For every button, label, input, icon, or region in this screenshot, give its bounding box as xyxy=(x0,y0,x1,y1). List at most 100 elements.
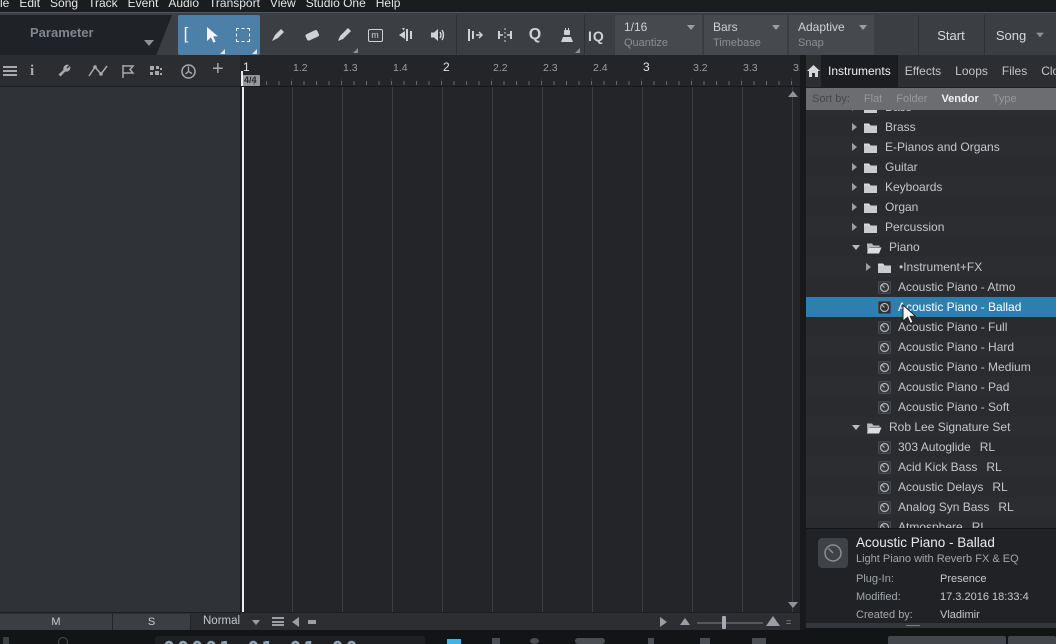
snap-dropdown[interactable]: Adaptive Snap xyxy=(788,15,874,55)
zoom-out-icon[interactable] xyxy=(680,618,690,625)
split-tool-button[interactable] xyxy=(490,15,520,55)
bracket-tool-button[interactable]: [ xyxy=(180,15,192,55)
minimize-icon[interactable] xyxy=(308,620,316,624)
expand-icon[interactable] xyxy=(852,163,857,171)
tree-item-acoustic-piano-hard[interactable]: Acoustic Piano - Hard xyxy=(806,337,1056,357)
timebase-dropdown[interactable]: Bars Timebase xyxy=(703,15,787,55)
vertical-scrollbar[interactable] xyxy=(786,87,800,612)
sort-option-type[interactable]: Type xyxy=(993,93,1017,105)
tree-item-rob-lee-signature-set[interactable]: Rob Lee Signature Set xyxy=(806,417,1056,437)
menu-item-transport[interactable]: Transport xyxy=(209,0,260,11)
tree-item-atmosphere[interactable]: Atmosphere RL xyxy=(806,517,1056,528)
zoom-slider-track[interactable] xyxy=(697,622,763,624)
menu-item-audio[interactable]: Audio xyxy=(168,0,199,11)
tab-instruments[interactable]: Instruments xyxy=(821,55,898,87)
zoom-slider-handle[interactable] xyxy=(722,616,726,629)
timestretch-tool-button[interactable] xyxy=(460,15,490,55)
parameter-dropdown[interactable]: Parameter xyxy=(0,15,172,56)
paint-tool-button[interactable] xyxy=(262,15,294,55)
metronome-icon[interactable] xyxy=(648,638,654,644)
collapse-icon[interactable] xyxy=(852,244,860,250)
macros-button[interactable] xyxy=(552,15,582,55)
expand-icon[interactable] xyxy=(852,110,857,111)
line-tool-button[interactable] xyxy=(328,15,360,55)
marker-button[interactable] xyxy=(120,55,136,87)
tempo-button[interactable] xyxy=(180,55,197,87)
inspector-button[interactable]: i xyxy=(30,55,34,87)
menu-item-le[interactable]: le xyxy=(0,0,9,11)
record-icon[interactable] xyxy=(530,638,539,644)
scroll-down-icon[interactable] xyxy=(788,602,798,608)
expand-icon[interactable] xyxy=(852,183,857,191)
loop-icon[interactable] xyxy=(575,638,605,644)
add-track-button[interactable]: + xyxy=(212,55,224,87)
menu-item-studio-one[interactable]: Studio One xyxy=(306,0,366,11)
tree-item-acoustic-piano-atmo[interactable]: Acoustic Piano - Atmo xyxy=(806,277,1056,297)
expand-icon[interactable] xyxy=(866,263,871,271)
sort-option-flat[interactable]: Flat xyxy=(864,93,882,105)
tree-item-bass[interactable]: Bass xyxy=(806,110,1056,117)
tree-item-guitar[interactable]: Guitar xyxy=(806,157,1056,177)
menu-item-event[interactable]: Event xyxy=(128,0,159,11)
range-tool-button[interactable] xyxy=(228,15,258,55)
track-list-menu-button[interactable] xyxy=(3,55,17,87)
tree-item-piano[interactable]: Piano xyxy=(806,237,1056,257)
automation-mode-dropdown[interactable]: Normal xyxy=(203,615,240,627)
grid-button[interactable] xyxy=(148,55,164,87)
track-setup-button[interactable] xyxy=(56,55,72,87)
tree-item-acoustic-piano-soft[interactable]: Acoustic Piano - Soft xyxy=(806,397,1056,417)
menu-item-song[interactable]: Song xyxy=(50,0,78,11)
zoom-in-icon[interactable] xyxy=(766,616,780,626)
tree-item-keyboards[interactable]: Keyboards xyxy=(806,177,1056,197)
tree-item-acoustic-piano-full[interactable]: Acoustic Piano - Full xyxy=(806,317,1056,337)
automation-button[interactable] xyxy=(88,55,108,87)
sort-option-folder[interactable]: Folder xyxy=(896,93,927,105)
tree-item-acoustic-delays[interactable]: Acoustic Delays RL xyxy=(806,477,1056,497)
tree-item-acoustic-piano-pad[interactable]: Acoustic Piano - Pad xyxy=(806,377,1056,397)
arrange-canvas[interactable] xyxy=(240,87,800,612)
sort-option-vendor[interactable]: Vendor xyxy=(941,93,978,105)
time-display[interactable]: 00001.01.01.00 xyxy=(155,636,425,644)
tree-item-organ[interactable]: Organ xyxy=(806,197,1056,217)
start-button[interactable]: Start xyxy=(919,15,983,55)
quantize-dropdown[interactable]: 1/16 Quantize xyxy=(614,15,702,55)
tab-loops[interactable]: Loops xyxy=(948,55,995,87)
listen-tool-button[interactable] xyxy=(422,15,454,55)
tree-item-e-pianos-and-organs[interactable]: E-Pianos and Organs xyxy=(806,137,1056,157)
eraser-tool-button[interactable] xyxy=(296,15,328,55)
tree-item-percussion[interactable]: Percussion xyxy=(806,217,1056,237)
bend-tool-button[interactable] xyxy=(390,15,422,55)
expand-icon[interactable] xyxy=(852,203,857,211)
action-q-button[interactable]: Q xyxy=(520,15,550,55)
menu-item-view[interactable]: View xyxy=(270,0,296,11)
tree-item-303-autoglide[interactable]: 303 Autoglide RL xyxy=(806,437,1056,457)
scroll-up-icon[interactable] xyxy=(788,91,798,97)
expand-icon[interactable] xyxy=(852,223,857,231)
tree-item-brass[interactable]: Brass xyxy=(806,117,1056,137)
arrow-tool-button[interactable] xyxy=(196,15,226,55)
play-icon[interactable] xyxy=(492,638,500,644)
tree-item-acoustic-piano-medium[interactable]: Acoustic Piano - Medium xyxy=(806,357,1056,377)
browser-resize-grip[interactable] xyxy=(806,623,1056,628)
song-page-button[interactable]: Song xyxy=(985,15,1056,55)
expand-icon[interactable] xyxy=(852,123,857,131)
tree-item-acoustic-piano-ballad[interactable]: Acoustic Piano - Ballad xyxy=(806,297,1056,317)
tempo-tap-icon[interactable] xyxy=(700,638,710,644)
tab-effects[interactable]: Effects xyxy=(898,55,948,87)
mute-all-button[interactable]: M xyxy=(0,614,113,630)
chevron-down-icon[interactable] xyxy=(252,620,260,625)
menu-item-help[interactable]: Help xyxy=(376,0,401,11)
tree-item-analog-syn-bass[interactable]: Analog Syn Bass RL xyxy=(806,497,1056,517)
performance-meter[interactable] xyxy=(888,636,1006,644)
collapse-left-icon[interactable] xyxy=(292,617,299,627)
play-from-icon[interactable] xyxy=(660,617,667,627)
tree-item-instrument-fx[interactable]: •Instrument+FX xyxy=(806,257,1056,277)
expand-icon[interactable] xyxy=(852,143,857,151)
menu-item-edit[interactable]: Edit xyxy=(19,0,40,11)
tab-files[interactable]: Files xyxy=(995,55,1034,87)
tree-item-acid-kick-bass[interactable]: Acid Kick Bass RL xyxy=(806,457,1056,477)
transport-right-button[interactable] xyxy=(1008,636,1056,644)
mute-tool-button[interactable]: m xyxy=(360,15,390,55)
solo-all-button[interactable]: S xyxy=(113,614,191,630)
collapse-icon[interactable] xyxy=(852,424,860,430)
